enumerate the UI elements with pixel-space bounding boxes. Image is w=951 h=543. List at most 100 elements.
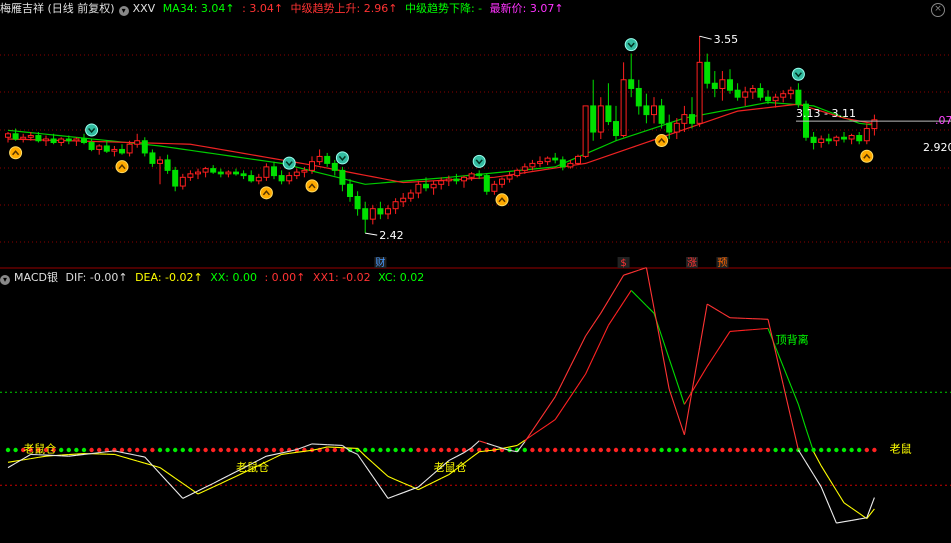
settings-icon[interactable]: ▾ bbox=[118, 6, 129, 16]
high-pointer bbox=[699, 35, 712, 40]
dif-segment bbox=[554, 381, 564, 398]
dif-segment bbox=[387, 495, 396, 499]
signal-dot bbox=[173, 447, 178, 453]
candle-body bbox=[628, 79, 635, 89]
candle-body bbox=[20, 136, 27, 140]
signal-dot bbox=[279, 447, 284, 453]
candle-body bbox=[529, 162, 536, 168]
signal-dot bbox=[682, 447, 687, 453]
dif-segment bbox=[539, 407, 549, 420]
candle-body bbox=[537, 161, 543, 164]
dif-segment bbox=[828, 504, 837, 524]
top-item-2: 中级趋势上升: 2.96↑ bbox=[290, 2, 398, 15]
macd-annotation: 老鼠仓 bbox=[236, 460, 269, 474]
dea-segment bbox=[289, 451, 297, 454]
dif-segment bbox=[212, 479, 222, 484]
candle-body bbox=[597, 105, 604, 133]
candle-body bbox=[324, 155, 331, 164]
dif-segment bbox=[547, 396, 556, 409]
dea-segment bbox=[782, 366, 792, 386]
macd-indicator-name[interactable]: MACD银 bbox=[14, 271, 58, 284]
dea-segment bbox=[387, 475, 396, 481]
candle-body bbox=[103, 145, 110, 152]
top-item-3: 中级趋势下降: - bbox=[404, 2, 483, 15]
signal-dot bbox=[750, 447, 755, 453]
candle-body bbox=[240, 173, 247, 177]
signal-dot bbox=[446, 447, 451, 453]
dif-segment bbox=[159, 473, 169, 483]
candle-body bbox=[385, 208, 391, 215]
signal-dot bbox=[211, 447, 216, 453]
signal-dot bbox=[583, 447, 588, 453]
dif-segment bbox=[228, 471, 237, 477]
dea-segment bbox=[380, 469, 389, 477]
candle-body bbox=[727, 79, 733, 91]
latest-price-label: .076 bbox=[935, 114, 951, 127]
event-marker-label: 预 bbox=[717, 257, 727, 269]
signal-dot bbox=[370, 447, 375, 453]
candle-body bbox=[605, 105, 612, 123]
bottom-item-0: DIF: -0.00↑ bbox=[65, 271, 128, 284]
dea-segment bbox=[539, 424, 548, 431]
signal-dot bbox=[416, 447, 421, 453]
dif-segment bbox=[494, 445, 503, 449]
candle-body bbox=[430, 183, 437, 189]
signal-dot bbox=[697, 447, 702, 453]
bottom-item-3: : 0.00↑ bbox=[264, 271, 306, 284]
close-top-pane-icon[interactable]: × bbox=[931, 3, 945, 17]
signal-dot bbox=[553, 447, 558, 453]
dea-segment bbox=[228, 475, 237, 481]
candle-body bbox=[81, 138, 87, 143]
signal-dot bbox=[522, 447, 527, 453]
signal-dot bbox=[385, 447, 391, 453]
dif-segment bbox=[258, 455, 267, 461]
candle-body bbox=[696, 61, 703, 124]
signal-dot bbox=[674, 447, 679, 453]
dif-segment bbox=[197, 486, 206, 492]
signal-dot bbox=[819, 447, 824, 453]
dea-segment bbox=[433, 477, 442, 483]
dif-segment bbox=[304, 443, 313, 448]
macd-annotation: 顶背离 bbox=[776, 333, 809, 347]
candle-body bbox=[856, 135, 863, 142]
dif-segment bbox=[623, 272, 632, 276]
candle-body bbox=[575, 155, 581, 164]
candle-body bbox=[582, 105, 589, 157]
buy-signal-icon bbox=[655, 134, 669, 148]
dea-segment bbox=[425, 481, 434, 487]
signal-dot bbox=[826, 447, 831, 453]
dea-segment bbox=[569, 385, 579, 398]
candle-body bbox=[651, 105, 657, 116]
dif-segment bbox=[767, 319, 777, 353]
dea-segment bbox=[197, 489, 206, 495]
signal-dot bbox=[264, 447, 269, 453]
dea-segment bbox=[61, 454, 69, 456]
dif-segment bbox=[364, 465, 374, 477]
candle-body bbox=[255, 176, 262, 182]
macd-annotation: 老鼠仓 bbox=[23, 442, 56, 456]
settings-icon[interactable]: ▾ bbox=[0, 275, 10, 285]
signal-dot bbox=[834, 447, 839, 453]
signal-dot bbox=[97, 447, 102, 453]
signal-dot bbox=[157, 447, 163, 453]
signal-dot bbox=[378, 447, 383, 453]
signal-dot bbox=[712, 447, 717, 453]
candle-body bbox=[681, 114, 688, 124]
signal-dot bbox=[743, 447, 748, 453]
signal-dot bbox=[689, 447, 695, 453]
indicator-name[interactable]: XXV bbox=[133, 2, 156, 15]
signal-dot bbox=[803, 447, 809, 453]
signal-dot bbox=[325, 447, 330, 453]
dif-segment bbox=[722, 312, 731, 319]
candle-body bbox=[309, 161, 315, 171]
dif-segment bbox=[76, 453, 85, 456]
signal-dot bbox=[765, 447, 771, 453]
signal-dot bbox=[591, 447, 596, 453]
dif-segment bbox=[836, 521, 845, 524]
event-marker-label: 财 bbox=[375, 256, 385, 269]
dea-segment bbox=[623, 290, 632, 303]
dif-segment bbox=[220, 475, 229, 481]
signal-dot bbox=[841, 447, 847, 453]
top-item-1: : 3.04↑ bbox=[242, 2, 284, 15]
sell-signal-icon bbox=[85, 123, 99, 137]
